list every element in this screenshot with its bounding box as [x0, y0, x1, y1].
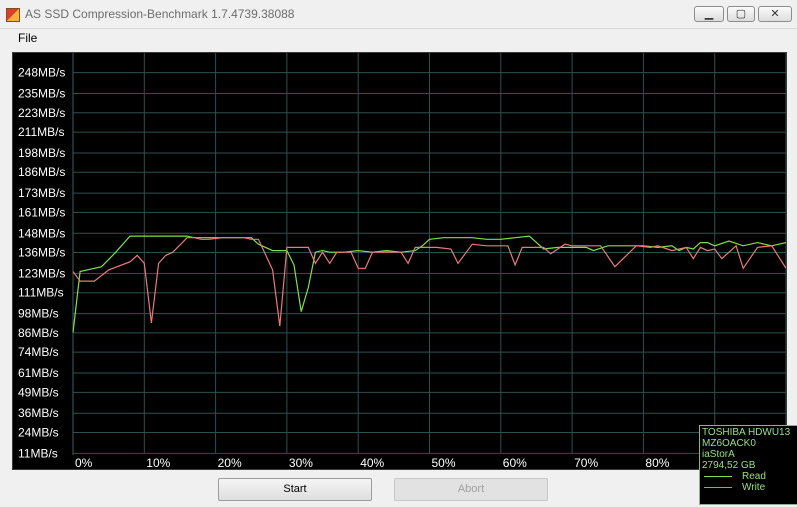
legend-swatch-read — [704, 476, 732, 477]
x-tick-label: 40% — [360, 456, 384, 469]
y-tick-label: 161MB/s — [18, 205, 65, 219]
y-tick-label: 198MB/s — [18, 146, 65, 160]
y-tick-label: 148MB/s — [18, 226, 65, 240]
y-tick-label: 98MB/s — [18, 307, 59, 321]
legend-label-read: Read — [742, 471, 766, 482]
maximize-button[interactable]: ▢ — [727, 6, 755, 22]
y-tick-label: 136MB/s — [18, 246, 65, 260]
x-tick-label: 80% — [645, 456, 669, 469]
y-tick-label: 223MB/s — [18, 106, 65, 120]
x-tick-label: 60% — [503, 456, 527, 469]
x-tick-label: 0% — [75, 456, 93, 469]
legend-swatch-write — [704, 487, 732, 488]
legend-entry-read: Read — [702, 471, 795, 482]
title-bar: AS SSD Compression-Benchmark 1.7.4739.38… — [0, 0, 797, 29]
y-tick-label: 248MB/s — [18, 66, 65, 80]
close-button[interactable]: ✕ — [758, 6, 792, 22]
y-tick-label: 173MB/s — [18, 186, 65, 200]
y-tick-label: 24MB/s — [18, 425, 59, 439]
y-tick-label: 186MB/s — [18, 165, 65, 179]
x-tick-label: 10% — [146, 456, 170, 469]
y-tick-label: 49MB/s — [18, 385, 59, 399]
app-icon — [6, 8, 20, 22]
x-tick-label: 30% — [289, 456, 313, 469]
y-tick-label: 86MB/s — [18, 326, 59, 340]
compression-chart: 248MB/s 235MB/s 223MB/s 211MB/s 198MB/s 186MB… — [12, 52, 797, 505]
window-title: AS SSD Compression-Benchmark 1.7.4739.38… — [25, 7, 295, 21]
x-tick-label: 50% — [432, 456, 456, 469]
abort-button[interactable]: Abort — [394, 478, 548, 501]
y-tick-label: 36MB/s — [18, 406, 59, 420]
y-tick-label: 61MB/s — [18, 366, 59, 380]
legend-label-write: Write — [742, 482, 766, 493]
x-tick-label: 20% — [218, 456, 242, 469]
chart-legend: TOSHIBA HDWU13 MZ6OACK0 iaStorA 2794,52 … — [699, 425, 797, 505]
menu-bar: File — [0, 29, 797, 49]
start-button[interactable]: Start — [218, 478, 372, 501]
drive-driver: iaStorA — [702, 449, 735, 460]
drive-model: TOSHIBA HDWU13 — [702, 427, 791, 438]
drive-capacity: 2794,52 GB — [702, 460, 756, 471]
drive-firmware: MZ6OACK0 — [702, 438, 756, 449]
y-tick-label: 211MB/s — [18, 125, 64, 139]
x-tick-label: 70% — [574, 456, 598, 469]
chart-svg: 248MB/s 235MB/s 223MB/s 211MB/s 198MB/s 186MB… — [18, 53, 786, 469]
menu-item-file[interactable]: File — [18, 31, 37, 45]
y-tick-label: 111MB/s — [18, 286, 64, 300]
y-tick-label: 123MB/s — [18, 266, 65, 280]
y-tick-label: 74MB/s — [18, 345, 59, 359]
y-tick-label: 11MB/s — [18, 446, 58, 460]
y-tick-label: 235MB/s — [18, 87, 65, 101]
legend-entry-write: Write — [702, 482, 795, 493]
minimize-button[interactable]: ▁ — [694, 6, 724, 22]
